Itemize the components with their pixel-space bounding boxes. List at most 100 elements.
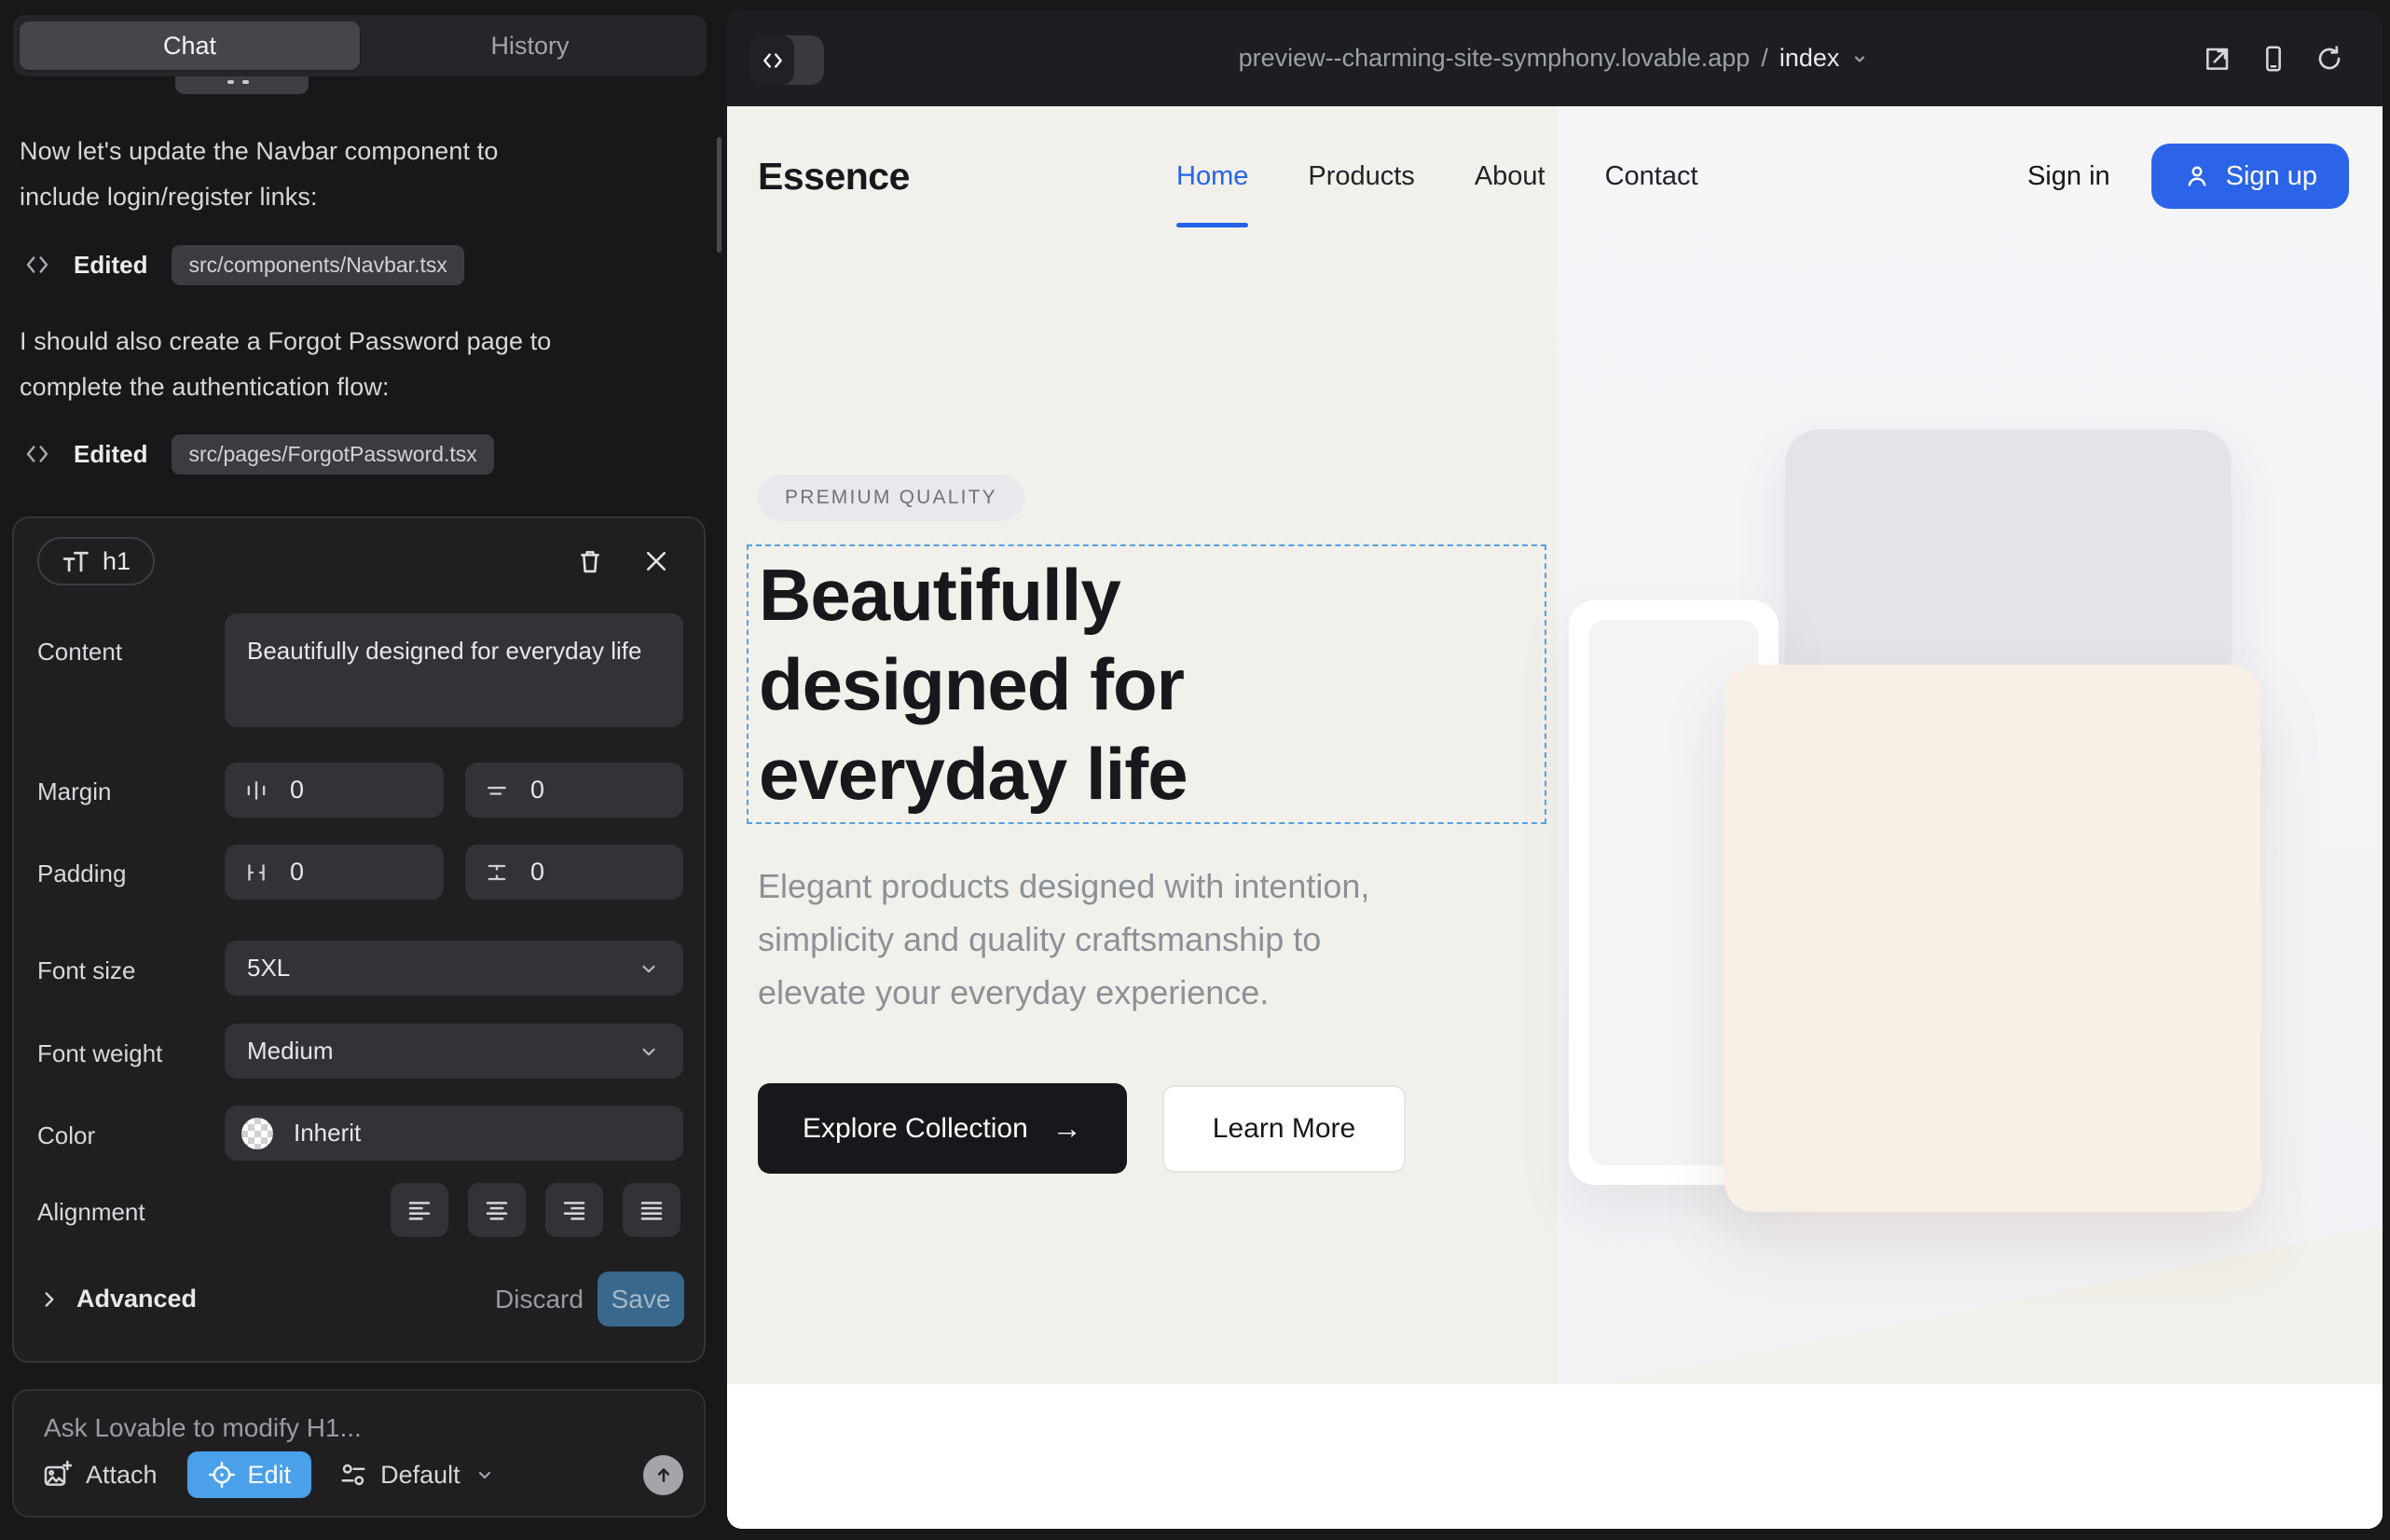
margin-y-input[interactable]: 0 xyxy=(465,763,683,818)
rendered-site: Essence Home Products About Contact Sign… xyxy=(727,106,2383,1529)
site-logo[interactable]: Essence xyxy=(758,106,910,246)
site-nav-auth: Sign in Sign up xyxy=(2027,106,2349,246)
nav-link-contact[interactable]: Contact xyxy=(1605,161,1698,192)
composer-toolbar: Attach Edit Default xyxy=(42,1451,683,1499)
paragraph-line: elevate your everyday experience. xyxy=(758,966,1369,1019)
sign-up-button[interactable]: Sign up xyxy=(2151,144,2349,209)
chevron-right-icon xyxy=(37,1287,62,1312)
color-swatch-transparent xyxy=(241,1118,273,1149)
code-icon xyxy=(23,440,51,468)
preview-url-bar[interactable]: preview--charming-site-symphony.lovable.… xyxy=(727,10,2383,106)
preview-header: preview--charming-site-symphony.lovable.… xyxy=(727,10,2383,106)
selected-element-badge: h1 xyxy=(37,537,155,585)
heading-line: everyday life xyxy=(759,729,1545,818)
advanced-label: Advanced xyxy=(76,1285,197,1313)
message-line: include login/register links: xyxy=(20,174,498,220)
padding-y-input[interactable]: 0 xyxy=(465,845,683,900)
font-size-select[interactable]: 5XL xyxy=(225,941,683,996)
attach-label: Attach xyxy=(86,1461,158,1490)
margin-horizontal-icon xyxy=(243,777,269,804)
hero-eyebrow-badge: PREMIUM QUALITY xyxy=(758,474,1024,521)
model-mode-selector[interactable]: Default xyxy=(339,1461,496,1490)
padding-y-value: 0 xyxy=(530,858,544,887)
padding-horizontal-icon xyxy=(243,859,269,886)
url-domain: preview--charming-site-symphony.lovable.… xyxy=(1239,44,1751,73)
file-badge[interactable]: src/components/Navbar.tsx xyxy=(172,245,463,285)
save-button[interactable]: Save xyxy=(598,1272,684,1327)
explore-label: Explore Collection xyxy=(803,1113,1028,1145)
sliders-icon xyxy=(339,1461,367,1489)
padding-x-input[interactable]: 0 xyxy=(225,845,444,900)
paragraph-line: simplicity and quality craftsmanship to xyxy=(758,913,1369,966)
attach-button[interactable]: Attach xyxy=(42,1460,158,1490)
margin-x-value: 0 xyxy=(290,776,304,804)
explore-collection-button[interactable]: Explore Collection → xyxy=(758,1083,1127,1174)
attach-image-icon xyxy=(42,1460,72,1490)
align-right-button[interactable] xyxy=(545,1183,603,1237)
arrow-right-icon: → xyxy=(1052,1111,1082,1146)
edited-label: Edited xyxy=(74,251,147,280)
tab-chat[interactable]: Chat xyxy=(20,21,360,70)
user-icon xyxy=(2183,162,2211,190)
send-button[interactable] xyxy=(643,1455,683,1495)
hero-paragraph: Elegant products designed with intention… xyxy=(758,859,1369,1019)
target-icon xyxy=(208,1461,236,1489)
edited-file-row: Edited src/components/Navbar.tsx xyxy=(23,244,464,285)
paragraph-line: Elegant products designed with intention… xyxy=(758,859,1369,913)
font-size-label: Font size xyxy=(37,956,136,985)
app-window: Chat History Now let's update the Navbar… xyxy=(0,0,2390,1540)
nav-link-about[interactable]: About xyxy=(1475,161,1545,192)
code-icon xyxy=(23,251,51,279)
delete-element-button[interactable] xyxy=(569,540,611,583)
font-size-value: 5XL xyxy=(247,954,290,983)
font-weight-label: Font weight xyxy=(37,1039,162,1068)
mobile-preview-icon[interactable] xyxy=(2252,37,2295,80)
message-line: complete the authentication flow: xyxy=(20,364,551,410)
learn-more-button[interactable]: Learn More xyxy=(1162,1085,1406,1173)
chat-composer: Ask Lovable to modify H1... Attach Edit xyxy=(12,1389,706,1518)
open-in-new-tab-icon[interactable] xyxy=(2196,37,2239,80)
margin-y-value: 0 xyxy=(530,776,544,804)
alignment-buttons xyxy=(391,1183,680,1237)
advanced-toggle[interactable]: Advanced xyxy=(37,1272,197,1327)
tab-history[interactable]: History xyxy=(360,21,700,70)
element-editor-panel: h1 Content Beautifully designed for ever… xyxy=(12,516,706,1363)
url-page: index xyxy=(1779,44,1840,73)
chevron-down-icon xyxy=(474,1464,496,1486)
selected-element-outline[interactable]: Beautifully designed for everyday life xyxy=(747,544,1546,824)
color-field[interactable]: Inherit xyxy=(225,1106,683,1161)
align-center-button[interactable] xyxy=(468,1183,526,1237)
sign-in-link[interactable]: Sign in xyxy=(2027,161,2110,192)
margin-x-input[interactable]: 0 xyxy=(225,763,444,818)
refresh-icon[interactable] xyxy=(2308,37,2351,80)
edited-label: Edited xyxy=(74,440,147,469)
margin-vertical-icon xyxy=(484,777,510,804)
font-weight-select[interactable]: Medium xyxy=(225,1024,683,1079)
chat-panel: Chat History Now let's update the Navbar… xyxy=(0,0,725,1540)
hero-heading[interactable]: Beautifully designed for everyday life xyxy=(749,546,1545,818)
chevron-down-icon xyxy=(637,956,661,981)
chat-scrollbar-thumb[interactable] xyxy=(717,137,721,253)
chevron-down-icon xyxy=(637,1039,661,1064)
file-badge[interactable]: src/pages/ForgotPassword.tsx xyxy=(172,434,493,474)
assistant-message: Now let's update the Navbar component to… xyxy=(20,129,498,220)
content-textarea[interactable]: Beautifully designed for everyday life xyxy=(225,613,683,727)
edit-mode-button[interactable]: Edit xyxy=(187,1451,312,1498)
nav-link-home[interactable]: Home xyxy=(1176,161,1248,192)
hero-cta-row: Explore Collection → Learn More xyxy=(758,1083,1406,1174)
heading-line: Beautifully xyxy=(759,550,1545,639)
clipped-file-badge xyxy=(175,76,309,94)
close-icon[interactable] xyxy=(635,540,678,583)
align-justify-button[interactable] xyxy=(623,1183,680,1237)
padding-vertical-icon xyxy=(484,859,510,886)
alignment-label: Alignment xyxy=(37,1198,145,1227)
nav-link-products[interactable]: Products xyxy=(1308,161,1414,192)
align-left-button[interactable] xyxy=(391,1183,448,1237)
chat-history-tabs: Chat History xyxy=(13,15,707,76)
chevron-down-icon xyxy=(1848,48,1871,70)
site-nav-links: Home Products About Contact xyxy=(1176,106,1698,246)
sign-up-label: Sign up xyxy=(2226,161,2317,192)
discard-button[interactable]: Discard xyxy=(480,1272,598,1327)
composer-input[interactable]: Ask Lovable to modify H1... xyxy=(44,1413,674,1443)
edit-label: Edit xyxy=(248,1461,292,1490)
